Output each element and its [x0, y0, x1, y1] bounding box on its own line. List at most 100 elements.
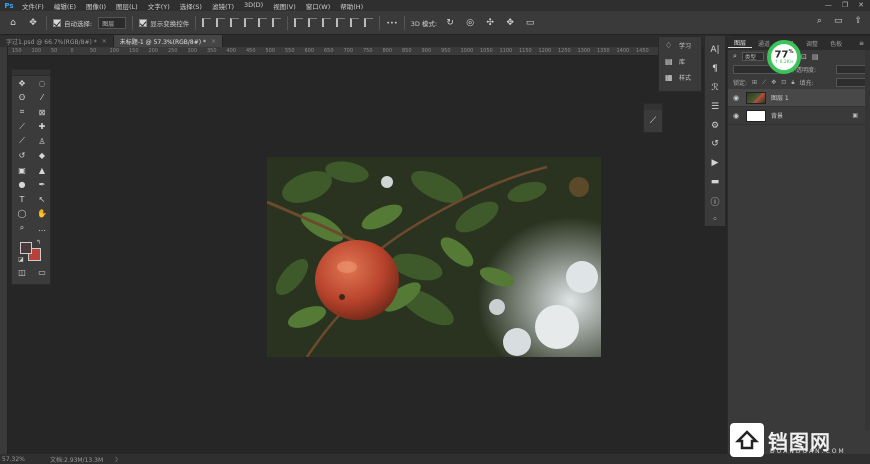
move-tool-icon[interactable]: ✥ — [12, 76, 32, 91]
quick-mask-icon[interactable]: ◫ — [12, 266, 32, 281]
learn-panel-item[interactable]: ♢ 学习 — [659, 37, 701, 53]
swap-colors-icon[interactable]: ↰ — [36, 239, 41, 246]
brush-tool-icon[interactable]: ⟋ — [12, 134, 32, 149]
checkbox-icon[interactable] — [53, 18, 61, 27]
menu-filter[interactable]: 滤镜(T) — [212, 1, 234, 11]
menu-help[interactable]: 帮助(H) — [340, 1, 363, 11]
paragraph-icon[interactable]: ¶ — [712, 63, 718, 75]
3d-pan-icon[interactable]: ✣ — [483, 16, 497, 30]
distribute-middle-icon[interactable] — [308, 18, 318, 27]
canvas-image[interactable] — [267, 157, 601, 357]
history-icon[interactable]: ↺ — [711, 138, 719, 150]
lock-paint-icon[interactable]: ⟋ — [762, 79, 766, 87]
show-transform-checkbox[interactable]: 显示变换控件 — [139, 18, 189, 28]
align-bottom-icon[interactable] — [230, 18, 240, 27]
more-options-button[interactable]: ••• — [386, 19, 398, 27]
move-tool-icon[interactable]: ✥ — [26, 16, 40, 30]
menu-select[interactable]: 选择(S) — [180, 1, 202, 11]
3d-orbit-icon[interactable]: ↻ — [443, 16, 457, 30]
search-icon[interactable]: ⌕ — [817, 16, 822, 26]
lock-position-icon[interactable]: ✥ — [771, 79, 776, 86]
filter-smart-icon[interactable]: ▤ — [812, 53, 819, 61]
fill-field[interactable] — [836, 78, 866, 87]
distribute-right-icon[interactable] — [364, 18, 374, 27]
filter-shape-icon[interactable]: ⊡ — [801, 53, 807, 61]
align-middle-icon[interactable] — [216, 18, 226, 27]
panel-handle[interactable] — [644, 104, 662, 110]
marquee-tool-icon[interactable]: ◌ — [32, 76, 52, 91]
default-colors-icon[interactable]: ◪ — [18, 256, 24, 263]
tab-adjustments[interactable]: 调整 — [800, 39, 824, 48]
distribute-bottom-icon[interactable] — [322, 18, 332, 27]
styles-panel-item[interactable]: ▦ 样式 — [659, 69, 701, 85]
layer-row[interactable]: ◉ 图层 1 — [728, 89, 870, 107]
opacity-field[interactable] — [836, 65, 866, 74]
workspace-icon[interactable]: ▭ — [834, 16, 843, 26]
align-center-icon[interactable] — [258, 18, 268, 27]
distribute-top-icon[interactable] — [294, 18, 304, 27]
close-tab-icon[interactable]: × — [211, 38, 216, 45]
tab-swatches[interactable]: 色板 — [824, 39, 848, 48]
menu-3d[interactable]: 3D(D) — [244, 1, 263, 11]
eye-icon[interactable]: ◉ — [733, 112, 741, 120]
more-tools-icon[interactable]: … — [32, 221, 52, 236]
menu-view[interactable]: 视图(V) — [273, 1, 296, 11]
lock-pixels-icon[interactable]: ⊞ — [752, 79, 757, 86]
lasso-tool-icon[interactable]: ʘ — [12, 91, 32, 106]
adjustments-icon[interactable]: ☰ — [711, 101, 719, 113]
magic-wand-icon[interactable]: ⁄ — [32, 91, 52, 106]
auto-select-dropdown[interactable]: 图层 — [98, 16, 127, 29]
history-brush-icon[interactable]: ↺ — [12, 149, 32, 164]
screen-mode-icon[interactable]: ▭ — [32, 266, 52, 281]
status-menu-arrow[interactable]: 〉 — [115, 455, 121, 464]
menu-window[interactable]: 窗口(W) — [306, 1, 331, 11]
layer-row[interactable]: ◉ 背景 ▣ — [728, 107, 870, 125]
glyphs-icon[interactable]: ℛ — [711, 82, 718, 94]
zoom-level[interactable]: 57.32% — [2, 456, 42, 463]
healing-brush-icon[interactable]: ✚ — [32, 120, 52, 135]
foreground-color-swatch[interactable] — [20, 241, 32, 254]
lock-artboard-icon[interactable]: ⊡ — [781, 79, 786, 86]
path-select-icon[interactable]: ↖ — [32, 192, 52, 207]
menu-edit[interactable]: 编辑(E) — [54, 1, 76, 11]
eyedropper-icon[interactable]: ⟋ — [12, 120, 32, 135]
lock-all-icon[interactable]: 🔒︎ — [791, 79, 794, 87]
close-tab-icon[interactable]: × — [102, 38, 107, 45]
dodge-tool-icon[interactable]: ● — [12, 178, 32, 193]
frame-tool-icon[interactable]: ⊠ — [32, 105, 52, 120]
checkbox-icon[interactable] — [139, 18, 148, 27]
auto-select-checkbox[interactable]: 自动选择: — [53, 18, 92, 28]
home-icon[interactable]: ⌂ — [6, 16, 20, 30]
character-icon[interactable]: A| — [710, 44, 719, 56]
distribute-left-icon[interactable] — [336, 18, 346, 27]
stamp-tool-icon[interactable]: ♙ — [32, 134, 52, 149]
type-tool-icon[interactable]: T — [12, 192, 32, 207]
collapse-icon[interactable]: ◦ — [712, 214, 717, 226]
blur-tool-icon[interactable]: ▲ — [32, 163, 52, 178]
align-top-icon[interactable] — [202, 18, 212, 27]
menu-image[interactable]: 图像(I) — [86, 1, 106, 11]
menu-file[interactable]: 文件(F) — [22, 1, 44, 11]
properties-icon[interactable]: ⚙ — [711, 120, 719, 132]
tab-layers[interactable]: 图层 — [728, 38, 753, 48]
hand-tool-icon[interactable]: ✋ — [32, 207, 52, 222]
3d-roll-icon[interactable]: ◎ — [463, 16, 477, 30]
info-icon[interactable]: ⓘ — [710, 195, 719, 208]
gradient-tool-icon[interactable]: ▣ — [12, 163, 32, 178]
minimize-button[interactable]: — — [825, 1, 832, 9]
crop-tool-icon[interactable]: ⌗ — [12, 105, 32, 120]
speed-badge[interactable]: 77% ↑ 0.2K/s — [767, 40, 801, 74]
panel-menu-icon[interactable]: ≡ — [853, 40, 870, 47]
close-button[interactable]: ✕ — [858, 1, 864, 9]
menu-type[interactable]: 文字(Y) — [148, 1, 170, 11]
menu-layer[interactable]: 图层(L) — [116, 1, 138, 11]
brush-settings-icon[interactable]: ⟋ — [650, 116, 656, 126]
pen-tool-icon[interactable]: ✒ — [32, 178, 52, 193]
distribute-center-icon[interactable] — [350, 18, 360, 27]
filter-type-dropdown[interactable]: 类型 — [741, 52, 764, 61]
3d-video-icon[interactable]: ▭ — [523, 16, 537, 30]
layers-scrollbar[interactable] — [865, 50, 870, 430]
align-right-icon[interactable] — [272, 18, 282, 27]
zoom-tool-icon[interactable]: ⌕ — [12, 221, 32, 236]
3d-slide-icon[interactable]: ✥ — [503, 16, 517, 30]
